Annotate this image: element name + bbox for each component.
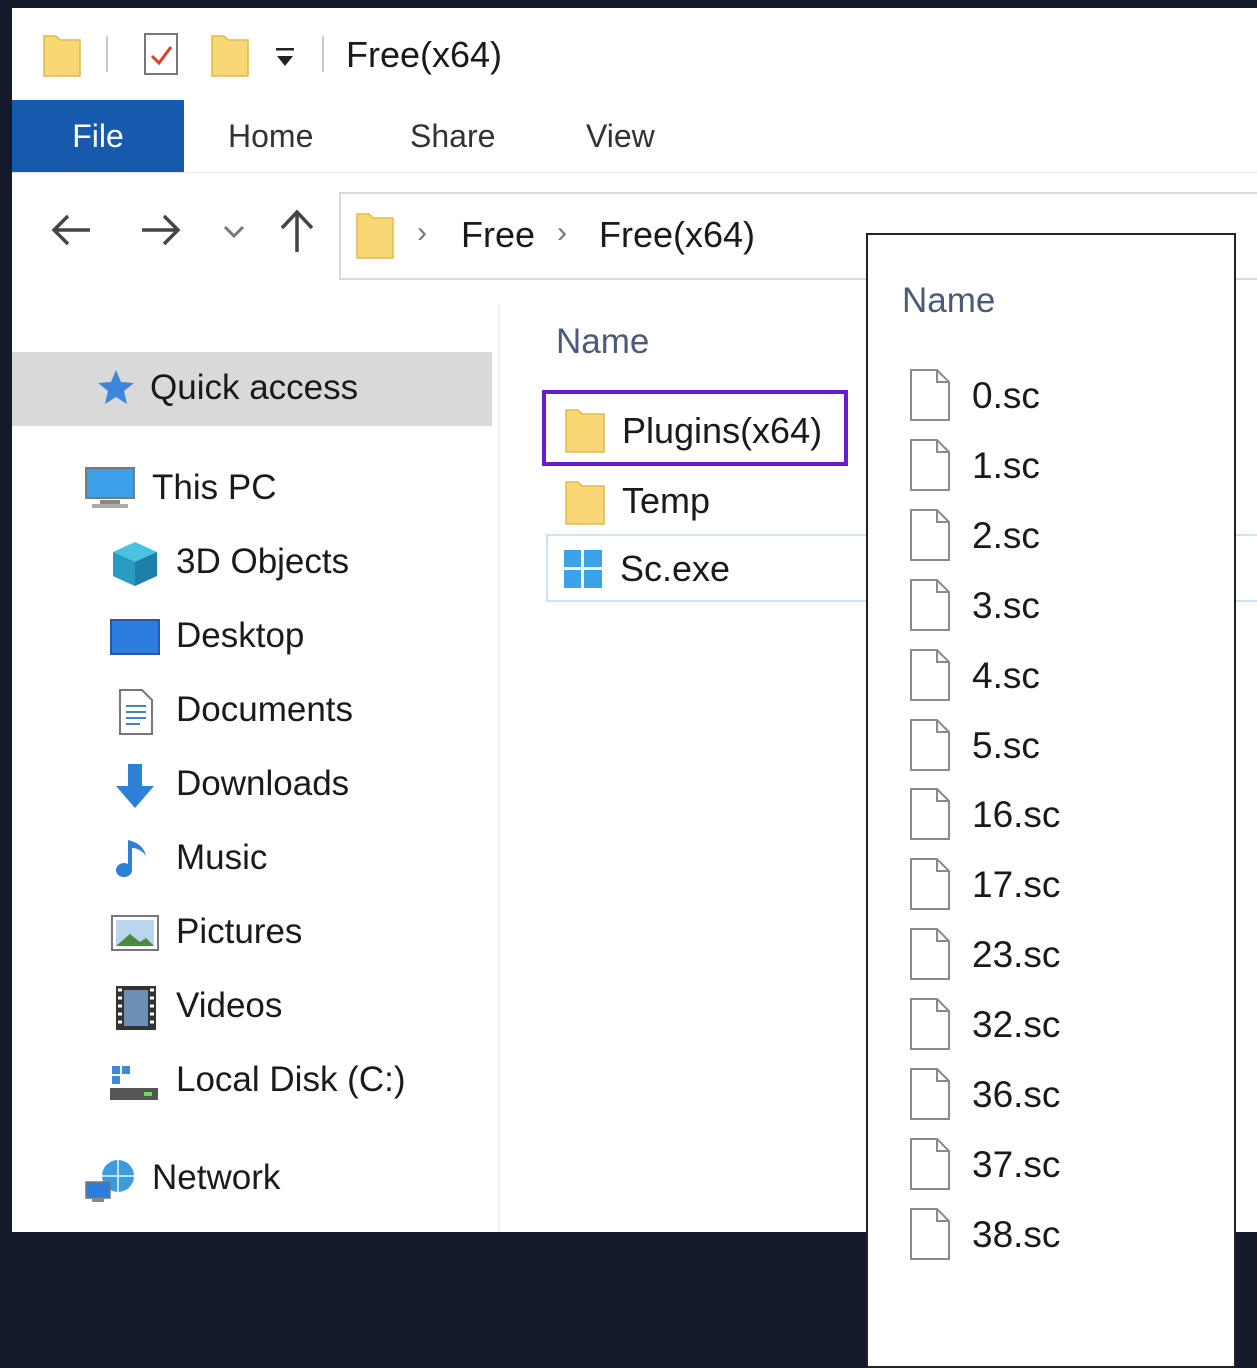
- back-arrow-icon[interactable]: [50, 212, 92, 253]
- document-file-icon: [908, 996, 952, 1057]
- file-list-overlay: Name 0.sc 1.sc 2.sc 3.sc 4.sc 5.sc 16.sc 17.sc 2…: [866, 233, 1236, 1368]
- document-file-icon: [908, 647, 952, 708]
- ribbon-tabs: File Home Share View: [12, 100, 1257, 173]
- document-file-icon: [908, 437, 952, 498]
- tab-home[interactable]: Home: [228, 100, 313, 172]
- network-icon: [84, 1156, 138, 1213]
- new-folder-icon[interactable]: [210, 30, 250, 83]
- folder-icon: [42, 30, 82, 83]
- document-file-icon: [908, 367, 952, 428]
- recent-locations-chevron-icon[interactable]: [222, 224, 246, 245]
- tab-view[interactable]: View: [586, 100, 655, 172]
- windows-app-icon: [562, 548, 604, 599]
- breadcrumb-free-x64[interactable]: Free(x64): [599, 214, 755, 256]
- document-file-icon: [908, 926, 952, 987]
- sidebar-item-network[interactable]: Network: [12, 1144, 492, 1214]
- list-item-temp[interactable]: Temp: [542, 470, 862, 536]
- document-file-icon: [908, 507, 952, 568]
- title-bar: Free(x64): [12, 8, 1257, 100]
- properties-icon[interactable]: [142, 30, 182, 83]
- sidebar-item-local-disk[interactable]: Local Disk (C:): [12, 1046, 492, 1116]
- sidebar-item-videos[interactable]: Videos: [12, 972, 492, 1042]
- window-title: Free(x64): [346, 34, 503, 75]
- videos-film-icon: [114, 984, 158, 1041]
- folder-icon: [355, 208, 395, 265]
- document-file-icon: [908, 1066, 952, 1127]
- sidebar-item-desktop[interactable]: Desktop: [12, 602, 492, 672]
- forward-arrow-icon[interactable]: [140, 212, 182, 253]
- downloads-arrow-icon: [110, 762, 160, 821]
- column-header-name[interactable]: Name: [902, 281, 995, 321]
- up-arrow-icon[interactable]: [278, 206, 316, 259]
- document-file-icon: [908, 1136, 952, 1197]
- navigation-pane: Quick access This PC 3D Objects Desktop: [12, 304, 498, 1232]
- document-file-icon: [908, 856, 952, 917]
- tab-file[interactable]: File: [12, 100, 184, 172]
- quick-access-star-icon: [92, 368, 136, 417]
- breadcrumb-separator-icon: ›: [557, 216, 567, 249]
- breadcrumb-separator-icon: ›: [417, 216, 427, 249]
- document-file-icon: [908, 577, 952, 638]
- sidebar-item-3d-objects[interactable]: 3D Objects: [12, 528, 492, 598]
- breadcrumb-free[interactable]: Free: [461, 214, 535, 256]
- column-header-name[interactable]: Name: [556, 322, 649, 362]
- tab-share[interactable]: Share: [410, 100, 495, 172]
- document-file-icon: [908, 1206, 952, 1267]
- computer-icon: [84, 466, 136, 519]
- pictures-icon: [110, 914, 160, 963]
- sidebar-item-music[interactable]: Music: [12, 824, 492, 894]
- document-file-icon: [908, 786, 952, 847]
- music-note-icon: [116, 836, 156, 895]
- customize-toolbar-icon[interactable]: [274, 46, 298, 75]
- sidebar-item-downloads[interactable]: Downloads: [12, 750, 492, 820]
- list-item-plugins-x64[interactable]: Plugins(x64): [542, 390, 848, 466]
- 3d-objects-icon: [110, 540, 160, 597]
- document-file-icon: [908, 717, 952, 778]
- sidebar-item-documents[interactable]: Documents: [12, 676, 492, 746]
- desktop-icon: [110, 618, 160, 667]
- folder-icon: [564, 404, 606, 463]
- local-disk-icon: [108, 1064, 160, 1113]
- documents-icon: [116, 688, 156, 745]
- sidebar-item-this-pc[interactable]: This PC: [12, 454, 492, 524]
- sidebar-item-pictures[interactable]: Pictures: [12, 898, 492, 968]
- sidebar-item-quick-access[interactable]: Quick access: [12, 352, 492, 426]
- folder-icon: [564, 476, 606, 535]
